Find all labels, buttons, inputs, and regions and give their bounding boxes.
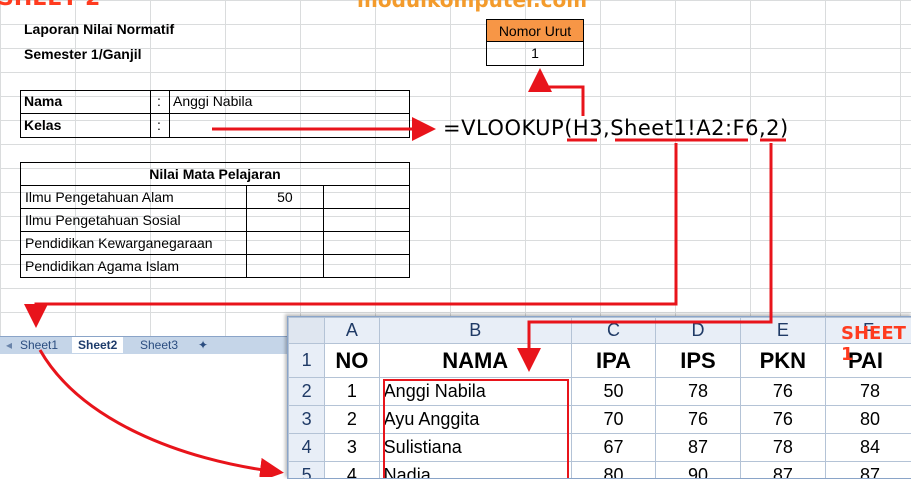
header-cell[interactable]: PKN (740, 344, 825, 378)
name-colon: : (157, 93, 161, 109)
data-cell[interactable]: 50 (571, 378, 655, 406)
score-cell[interactable]: 50 (246, 186, 324, 209)
sheet1-window: A B C D E F 1 NO NAMA IPA IPS PKN PAI 2 … (287, 316, 911, 479)
data-cell[interactable]: 76 (740, 406, 825, 434)
data-cell[interactable]: 3 (325, 434, 380, 462)
sheet-tab-bar: ◂ Sheet1 Sheet2 Sheet3 ✦ (0, 336, 290, 354)
data-cell[interactable]: 84 (825, 434, 911, 462)
subject-cell[interactable]: Pendidikan Agama Islam (21, 255, 247, 278)
order-number-value: 1 (531, 45, 539, 61)
vlookup-formula: =VLOOKUP(H3,Sheet1!A2:F6,2) (443, 116, 789, 140)
header-cell[interactable]: NAMA (379, 344, 571, 378)
tab-sheet2[interactable]: Sheet2 (72, 337, 123, 353)
report-semester: Semester 1/Ganjil (24, 46, 142, 62)
sheet1-overlay-label: SHEET 1 (841, 323, 911, 365)
table-row: 2 1 Anggi Nabila 50 78 76 78 (289, 378, 911, 406)
data-cell[interactable]: 70 (571, 406, 655, 434)
table-row: 3 2 Ayu Anggita 70 76 76 80 (289, 406, 911, 434)
empty-cell[interactable] (324, 255, 410, 278)
column-header[interactable]: E (740, 318, 825, 344)
empty-cell[interactable] (324, 232, 410, 255)
table-row: Ilmu Pengetahuan Sosial (21, 209, 410, 232)
column-header[interactable]: A (325, 318, 380, 344)
name-label: Nama (24, 93, 62, 109)
table-row: Pendidikan Kewarganegaraan (21, 232, 410, 255)
data-cell[interactable]: 78 (740, 434, 825, 462)
sheet2-overlay-label: SHEET 2 (0, 0, 100, 11)
data-cell[interactable]: 4 (325, 462, 380, 479)
subject-cell[interactable]: Pendidikan Kewarganegaraan (21, 232, 247, 255)
class-colon: : (157, 117, 161, 133)
subject-cell[interactable]: Ilmu Pengetahuan Sosial (21, 209, 247, 232)
tab-sheet1[interactable]: Sheet1 (14, 337, 64, 353)
data-cell[interactable]: 90 (656, 462, 741, 479)
name-value[interactable]: Anggi Nabila (173, 93, 252, 109)
website-watermark: modulkomputer.com (357, 0, 587, 12)
data-cell[interactable]: 78 (825, 378, 911, 406)
header-cell[interactable]: NO (325, 344, 380, 378)
tab-sheet3[interactable]: Sheet3 (134, 337, 184, 353)
sheet1-grid: A B C D E F 1 NO NAMA IPA IPS PKN PAI 2 … (288, 317, 911, 479)
data-cell[interactable]: 1 (325, 378, 380, 406)
nama-highlight-box (383, 379, 569, 479)
score-cell[interactable] (246, 232, 324, 255)
column-header[interactable]: B (379, 318, 571, 344)
table-row: Ilmu Pengetahuan Alam50 (21, 186, 410, 209)
row-header[interactable]: 2 (289, 378, 325, 406)
empty-cell[interactable] (324, 186, 410, 209)
row-header[interactable]: 5 (289, 462, 325, 479)
table-row: 1 NO NAMA IPA IPS PKN PAI (289, 344, 911, 378)
report-title: Laporan Nilai Normatif (24, 21, 174, 37)
column-header[interactable]: D (656, 318, 741, 344)
header-cell[interactable]: IPS (656, 344, 741, 378)
data-cell[interactable]: 2 (325, 406, 380, 434)
data-cell[interactable]: 87 (740, 462, 825, 479)
data-cell[interactable]: 80 (571, 462, 655, 479)
row-header[interactable]: 4 (289, 434, 325, 462)
data-cell[interactable]: 76 (740, 378, 825, 406)
empty-cell[interactable] (324, 209, 410, 232)
table-row: 4 3 Sulistiana 67 87 78 84 (289, 434, 911, 462)
order-number-header-text: Nomor Urut (499, 23, 571, 39)
data-cell[interactable]: 67 (571, 434, 655, 462)
table-row: 5 4 Nadia 80 90 87 87 (289, 462, 911, 479)
student-info-divider-col1 (150, 90, 151, 138)
data-cell[interactable]: 76 (656, 406, 741, 434)
class-label: Kelas (24, 117, 61, 133)
score-cell[interactable] (246, 209, 324, 232)
column-header-row: A B C D E F (289, 318, 911, 344)
student-info-divider-col2 (169, 90, 170, 138)
subject-cell[interactable]: Ilmu Pengetahuan Alam (21, 186, 247, 209)
arrow-sheet1-tab-curve (40, 350, 278, 472)
data-cell[interactable]: 80 (825, 406, 911, 434)
order-number-header[interactable]: Nomor Urut (486, 19, 584, 42)
insert-sheet-icon[interactable]: ✦ (192, 337, 214, 353)
column-header[interactable]: C (571, 318, 655, 344)
select-all-corner[interactable] (289, 318, 325, 344)
score-cell[interactable] (246, 255, 324, 278)
order-number-cell[interactable]: 1 (486, 42, 584, 66)
data-cell[interactable]: 87 (825, 462, 911, 479)
data-cell[interactable]: 87 (656, 434, 741, 462)
grades-table: Nilai Mata Pelajaran Ilmu Pengetahuan Al… (20, 162, 410, 278)
header-cell[interactable]: IPA (571, 344, 655, 378)
grades-header: Nilai Mata Pelajaran (21, 163, 410, 186)
row-header[interactable]: 3 (289, 406, 325, 434)
row-header[interactable]: 1 (289, 344, 325, 378)
table-row: Pendidikan Agama Islam (21, 255, 410, 278)
student-info-divider-row (20, 113, 410, 114)
data-cell[interactable]: 78 (656, 378, 741, 406)
